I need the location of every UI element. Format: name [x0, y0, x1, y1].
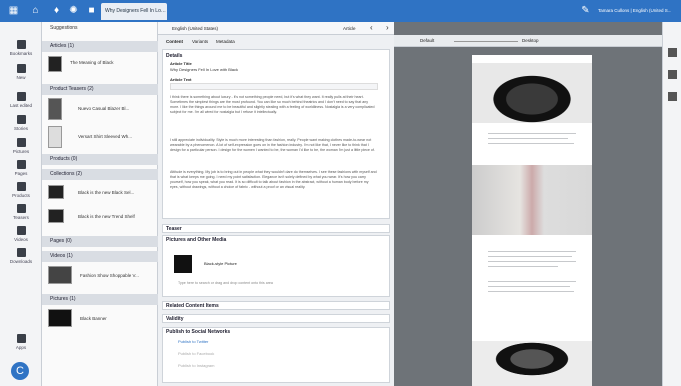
list-item[interactable]: Fashion Show Shoppable V... [80, 273, 152, 278]
document-toolbar: English (United States) Article ‹ › [158, 22, 394, 35]
logo-icon[interactable]: C [11, 362, 29, 380]
group-videos[interactable]: Videos (1) [42, 251, 158, 262]
list-item[interactable]: Versart Shirt Sleeved Wh... [78, 134, 152, 139]
media-heading[interactable]: Pictures and Other Media [166, 237, 226, 243]
model-image [472, 165, 592, 235]
details-heading[interactable]: Details [166, 53, 182, 59]
folder-icon [16, 182, 26, 191]
media-dropzone[interactable]: Type here to search or drag and drop con… [178, 281, 374, 285]
clock-icon [16, 92, 26, 101]
richtext-toolbar[interactable] [170, 83, 378, 90]
device-selector[interactable]: Default [420, 38, 434, 43]
publish-facebook[interactable]: Publish to Facebook [178, 351, 214, 356]
user-info[interactable]: Tamara Cullons | English (United S... [598, 8, 671, 13]
folder-icon [16, 226, 26, 235]
library-title: Suggestions [50, 25, 78, 31]
video-thumbnail [48, 266, 72, 284]
pen-icon[interactable]: ✎ [580, 5, 591, 16]
media-section [162, 235, 390, 297]
list-item[interactable]: Black is the new Trend Shelf [78, 214, 152, 219]
publish-twitter[interactable]: Publish to Twitter [178, 339, 208, 344]
list-item[interactable]: Nuevo Casual Blazer Bl... [78, 106, 152, 111]
related-heading[interactable]: Related Content Items [166, 303, 219, 309]
lightbulb-icon[interactable]: ✺ [68, 5, 79, 16]
mode-selector[interactable]: Desktop [522, 38, 539, 43]
list-item[interactable]: Black is the new Black Sel... [78, 190, 152, 195]
zoom-slider[interactable] [454, 41, 518, 42]
folder-icon [16, 115, 26, 124]
list-item[interactable]: The Meaning of Black [70, 60, 152, 65]
nav-videos[interactable]: Videos [2, 226, 40, 242]
group-pages[interactable]: Pages (0) [42, 236, 158, 247]
folder-icon [16, 160, 26, 169]
teaser-heading[interactable]: Teaser [166, 226, 182, 232]
publish-heading[interactable]: Publish to Social Networks [166, 329, 230, 335]
language-selector[interactable]: English (United States) [172, 26, 218, 31]
tab-article[interactable]: Why Designers Fell In Lov... [101, 3, 167, 20]
nav-last-edited[interactable]: Last edited [2, 92, 40, 108]
nav-bookmarks[interactable]: Bookmarks [2, 40, 40, 56]
tab-metadata[interactable]: Metadata [216, 39, 235, 44]
folder-icon [16, 248, 26, 257]
library-panel: Suggestions Articles (1) The Meaning of … [42, 22, 158, 386]
validity-section [162, 314, 390, 323]
bell-icon[interactable]: ♦ [51, 5, 62, 16]
title-field[interactable]: Why Designers Fell In Love with Black [170, 67, 378, 72]
doctype-label: Article [343, 26, 356, 31]
nav-pictures[interactable]: Pictures [2, 138, 40, 154]
grid-icon[interactable]: ▦ [8, 5, 19, 16]
group-products[interactable]: Products (0) [42, 154, 158, 165]
info-icon[interactable] [668, 92, 677, 101]
product-thumbnail [48, 98, 62, 120]
hero-image [472, 63, 592, 123]
group-pictures[interactable]: Pictures (1) [42, 294, 158, 305]
bookmark-icon [16, 40, 26, 49]
form-panel: Content Variants Metadata Details Articl… [158, 35, 394, 386]
preview-page [472, 55, 592, 386]
home-icon[interactable]: ⌂ [30, 5, 41, 16]
new-icon [16, 64, 26, 73]
apps-icon [16, 334, 26, 343]
paragraph[interactable]: I still appreciate individuality. Style … [170, 138, 378, 164]
tag-icon[interactable] [668, 70, 677, 79]
title-label: Article Title [170, 61, 192, 66]
text-label: Article Text [170, 77, 192, 82]
folder-icon [16, 204, 26, 213]
teaser-section [162, 224, 390, 233]
nav-stories[interactable]: Stories [2, 115, 40, 131]
article-thumbnail [48, 56, 62, 72]
paragraph[interactable]: I think there is something about luxury … [170, 95, 378, 131]
media-thumbnail [174, 255, 192, 273]
list-item[interactable]: Black Banner [80, 316, 152, 321]
preview-toolbar: Default Desktop [394, 35, 662, 47]
group-collections[interactable]: Collections (2) [42, 169, 158, 180]
left-navigation: Bookmarks New Last edited Stories Pictur… [0, 22, 42, 386]
top-toolbar: ▦ ⌂ ♦ ✺ ■ Why Designers Fell In Lov... ✎… [0, 0, 681, 22]
validity-heading[interactable]: Validity [166, 316, 184, 322]
nav-pages[interactable]: Pages [2, 160, 40, 176]
paragraph[interactable]: Attitude is everything. My job is to bri… [170, 170, 378, 206]
nav-products[interactable]: Products [2, 182, 40, 198]
nav-downloads[interactable]: Downloads [2, 248, 40, 264]
chevron-left-icon[interactable]: ‹ [370, 23, 373, 32]
folder-icon [16, 138, 26, 147]
group-product-teasers[interactable]: Product Teasers (2) [42, 84, 158, 95]
group-articles[interactable]: Articles (1) [42, 41, 158, 52]
publish-instagram[interactable]: Publish to Instagram [178, 363, 214, 368]
media-item-label[interactable]: Black-style Picture [204, 261, 237, 266]
right-rail [662, 22, 681, 386]
product-thumbnail [48, 126, 62, 148]
chat-icon[interactable]: ■ [86, 5, 97, 16]
nav-apps[interactable]: Apps [2, 334, 40, 350]
nav-teasers[interactable]: Teasers [2, 204, 40, 220]
footer-image [472, 341, 592, 386]
collection-thumbnail [48, 209, 64, 223]
picture-thumbnail [48, 309, 72, 327]
tab-variants[interactable]: Variants [192, 39, 208, 44]
search-icon[interactable] [668, 48, 677, 57]
collection-thumbnail [48, 185, 64, 199]
chevron-right-icon[interactable]: › [386, 23, 389, 32]
nav-new[interactable]: New [2, 64, 40, 80]
tab-content[interactable]: Content [166, 39, 183, 44]
